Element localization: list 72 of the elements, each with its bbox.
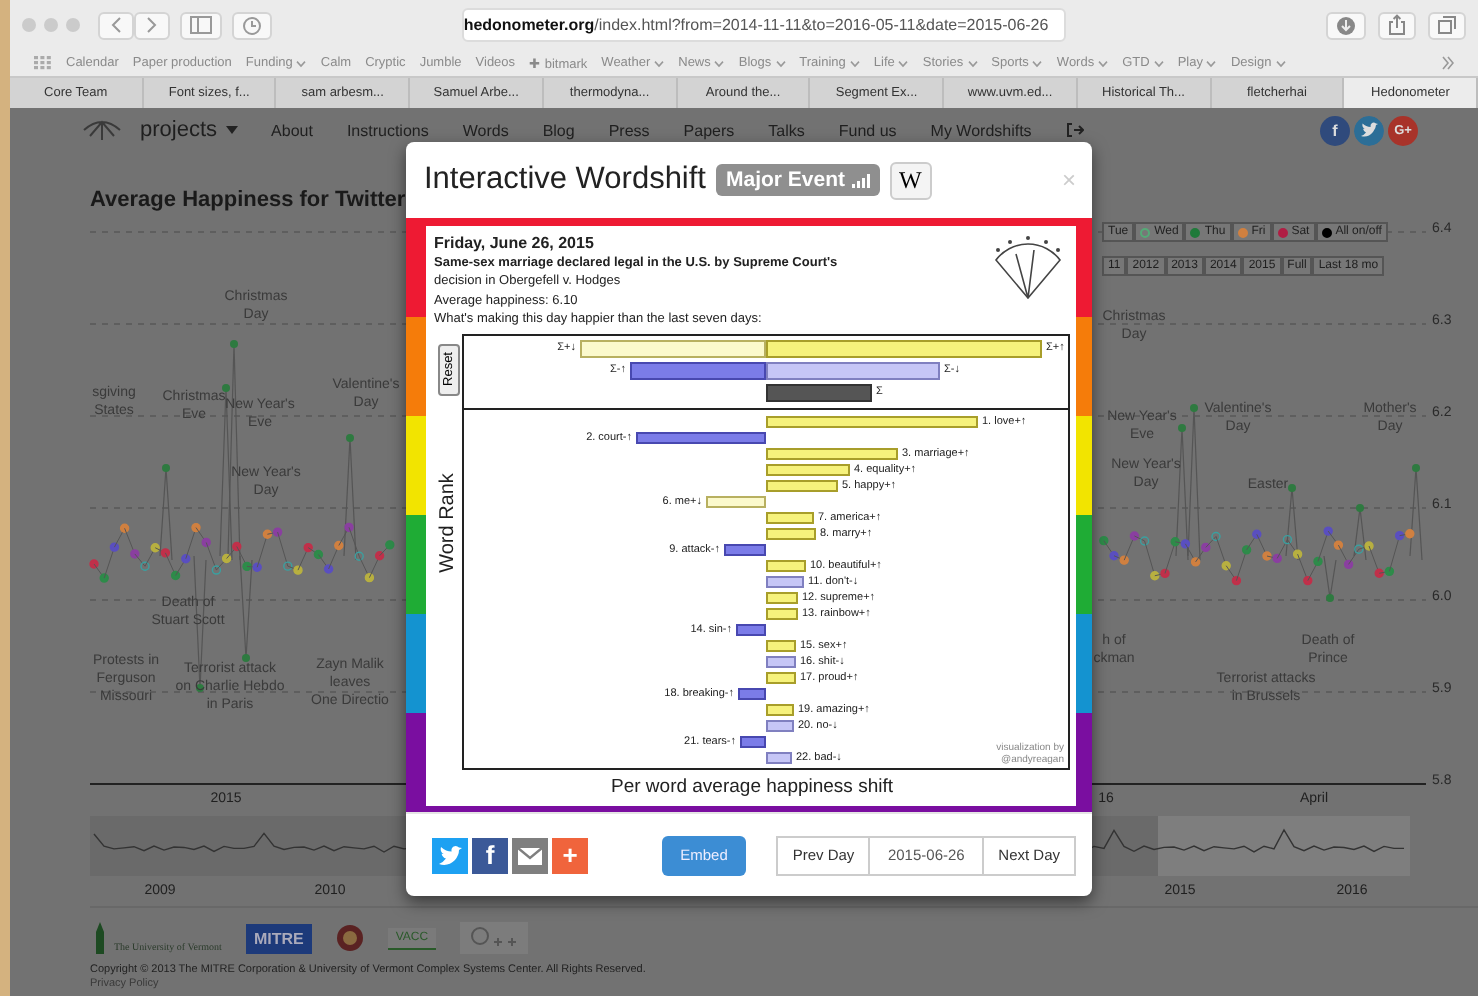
wikipedia-button[interactable]: W: [889, 161, 932, 199]
chevron-icon: [1153, 59, 1164, 67]
chevron-icon: [714, 59, 725, 67]
twitter-icon[interactable]: [1354, 115, 1384, 145]
clock-icon: [242, 15, 262, 35]
word-bar[interactable]: [766, 575, 804, 587]
sidebar-button[interactable]: [180, 11, 222, 39]
nav-link[interactable]: Words: [462, 121, 509, 139]
projects-menu[interactable]: projects: [140, 118, 238, 142]
word-bar[interactable]: [738, 687, 766, 699]
mail-icon[interactable]: [512, 837, 548, 873]
address-field[interactable]: hedonometer.org/index.html?from=2014-11-11&to=2016-05-11&date=2015-06-26: [462, 8, 1066, 42]
summary-bar[interactable]: [766, 383, 872, 401]
nav-link[interactable]: About: [271, 121, 313, 139]
history-button[interactable]: [232, 11, 272, 39]
summary-bar[interactable]: [630, 361, 766, 379]
chevron-icon: [898, 59, 909, 67]
back-icon: [110, 16, 122, 34]
download-icon: [1336, 15, 1356, 35]
mitre-logo[interactable]: MITRE: [245, 923, 312, 953]
word-bar[interactable]: [724, 543, 766, 555]
word-bar[interactable]: [766, 751, 792, 763]
chart-title: Average Happiness for Twitter: [90, 188, 406, 212]
x-axis-label: Per word average happiness shift: [609, 775, 895, 797]
chevron-icon: [775, 59, 786, 67]
chevron-icon: [1275, 59, 1286, 67]
word-bar[interactable]: [736, 623, 766, 635]
back-button[interactable]: [98, 11, 134, 39]
tabs-button[interactable]: [1428, 11, 1466, 39]
chevron-icon: [849, 59, 860, 67]
chevron-icon: [1206, 59, 1217, 67]
word-bar[interactable]: [766, 719, 794, 731]
url-text: hedonometer.org/index.html?from=2014-11-11&to=2016-05-11&date=2015-06-26: [463, 16, 1049, 34]
forward-icon: [146, 16, 158, 34]
tabs-icon: [1438, 16, 1456, 34]
more-chevron-icon[interactable]: [1442, 56, 1454, 70]
twitter-share-icon[interactable]: [432, 837, 468, 873]
grid-icon[interactable]: [34, 56, 52, 70]
dialog-title: Interactive Wordshift: [424, 162, 706, 198]
lightbulb-logo[interactable]: [460, 922, 529, 954]
y-axis-label: Word Rank: [436, 471, 460, 577]
chevron-icon: [296, 59, 307, 67]
nav-link[interactable]: Talks: [768, 121, 805, 139]
more-share-icon[interactable]: +: [552, 837, 588, 873]
share-icon: [1388, 14, 1406, 36]
nav-link[interactable]: Blog: [542, 121, 575, 139]
facebook-share-icon[interactable]: f: [472, 837, 508, 873]
share-button[interactable]: [1378, 11, 1416, 39]
chevron-icon: [1098, 59, 1109, 67]
downloads-button[interactable]: [1326, 11, 1366, 39]
chevron-icon: [654, 59, 665, 67]
caret-icon: [225, 126, 238, 134]
sidebar-icon: [190, 16, 212, 34]
logout-icon[interactable]: [1065, 122, 1084, 138]
chevron-icon: [1032, 59, 1043, 67]
word-bar[interactable]: [740, 735, 766, 747]
major-event-badge[interactable]: Major Event: [716, 164, 880, 196]
nav-link[interactable]: My Wordshifts: [930, 121, 1032, 139]
forward-button[interactable]: [134, 11, 170, 39]
date-heading: Friday, June 26, 2015: [434, 234, 596, 253]
facebook-icon[interactable]: f: [1320, 115, 1350, 145]
nav-link[interactable]: Papers: [683, 121, 735, 139]
word-bar[interactable]: [636, 431, 766, 443]
nav-link[interactable]: Instructions: [346, 121, 429, 139]
signal-bars-icon: [851, 173, 870, 187]
word-bar[interactable]: [766, 655, 796, 667]
tower-icon: [90, 922, 110, 954]
nav-link[interactable]: Press: [608, 121, 650, 139]
chevron-icon: [967, 59, 978, 67]
hedonometer-logo-icon[interactable]: [82, 118, 122, 142]
seal-logo[interactable]: [335, 924, 364, 952]
nav-link[interactable]: Fund us: [838, 121, 897, 139]
